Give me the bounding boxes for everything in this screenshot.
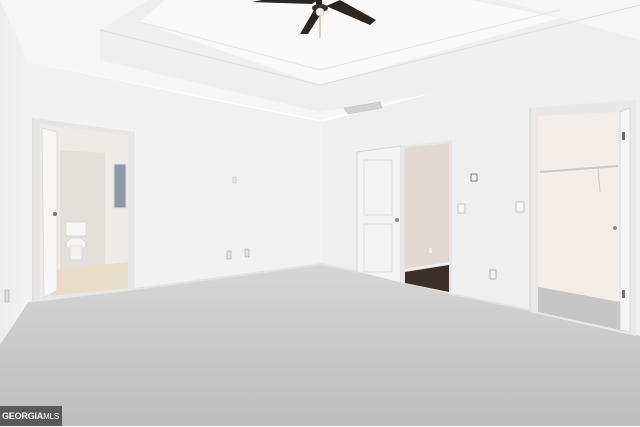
left-wall-outlet — [4, 289, 10, 303]
room-photo — [0, 0, 640, 426]
open-closet-doorway — [401, 140, 452, 293]
right-wall-switch-2 — [515, 201, 525, 213]
bathroom-doorway — [33, 118, 135, 302]
right-wall-thermostat — [470, 173, 478, 182]
mls-watermark: GEORGIAMLS — [0, 406, 62, 426]
right-wall-switch-1 — [457, 203, 466, 214]
watermark-suffix: MLS — [43, 412, 59, 421]
walk-in-closet-doorway — [530, 100, 636, 336]
closed-door — [356, 145, 402, 284]
watermark-brand: GEORGIA — [2, 411, 44, 421]
back-wall-outlet-1 — [226, 250, 232, 260]
right-wall-outlet — [489, 269, 497, 280]
back-wall-outlet-2 — [244, 248, 250, 258]
back-wall-thermostat — [232, 176, 237, 184]
